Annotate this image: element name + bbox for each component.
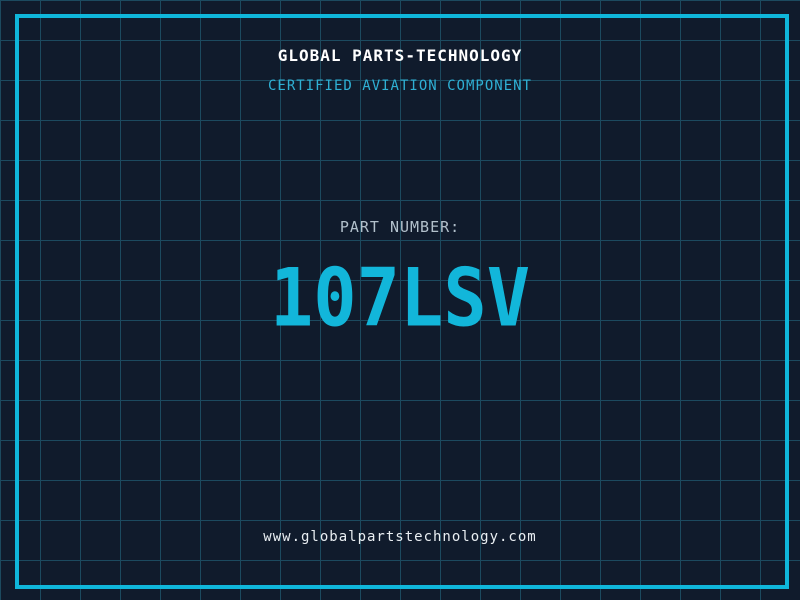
- part-number-label: PART NUMBER:: [339, 218, 461, 236]
- website-url: www.globalpartstechnology.com: [263, 529, 537, 545]
- part-number-value: 107LSV: [269, 250, 531, 345]
- blueprint-card: { "card": { "title": "GLOBAL PARTS-TECHN…: [0, 0, 800, 600]
- page-title: GLOBAL PARTS-TECHNOLOGY: [277, 46, 523, 65]
- subtitle: CERTIFIED AVIATION COMPONENT: [267, 78, 532, 94]
